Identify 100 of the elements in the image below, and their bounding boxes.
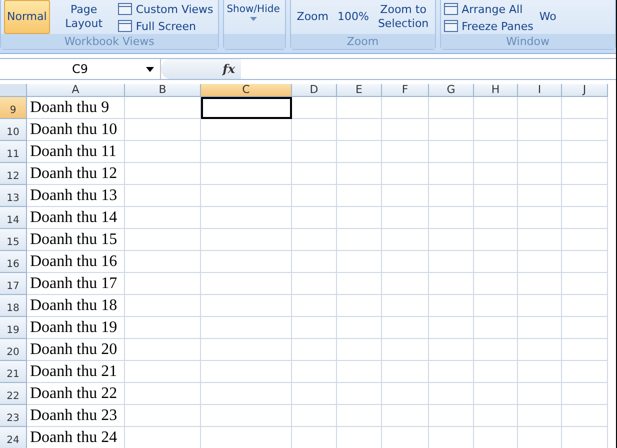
table-cell[interactable] [292,251,337,273]
column-header[interactable]: B [125,84,201,97]
table-cell[interactable] [562,273,608,295]
table-cell[interactable] [474,251,518,273]
table-cell[interactable] [474,273,518,295]
table-cell[interactable] [382,339,429,361]
table-cell[interactable] [474,119,518,141]
table-cell[interactable] [382,97,429,119]
table-cell[interactable] [474,97,518,119]
table-cell[interactable] [474,339,518,361]
table-cell[interactable] [125,273,201,295]
table-cell[interactable]: Doanh thu 9 [27,97,125,119]
function-button[interactable]: fx [161,59,241,79]
table-cell[interactable] [337,141,382,163]
table-cell[interactable] [429,185,474,207]
table-cell[interactable] [562,141,608,163]
row-header[interactable]: 13 [0,185,27,207]
table-cell[interactable] [518,317,562,339]
table-cell[interactable] [429,339,474,361]
table-cell[interactable]: Doanh thu 22 [27,383,125,405]
select-all-corner[interactable] [0,84,27,97]
table-cell[interactable] [429,207,474,229]
table-cell[interactable] [429,383,474,405]
table-cell[interactable] [562,163,608,185]
table-cell[interactable] [292,405,337,427]
table-cell[interactable] [562,207,608,229]
table-cell[interactable] [382,251,429,273]
table-cell[interactable] [474,163,518,185]
table-cell[interactable]: Doanh thu 21 [27,361,125,383]
table-cell[interactable] [337,163,382,185]
table-cell[interactable] [125,361,201,383]
table-cell[interactable] [292,295,337,317]
column-header[interactable]: J [562,84,608,97]
table-cell[interactable] [474,361,518,383]
table-cell[interactable] [562,185,608,207]
table-cell[interactable] [201,361,292,383]
row-header[interactable]: 21 [0,361,27,383]
table-cell[interactable] [337,229,382,251]
column-header[interactable]: F [382,84,429,97]
table-cell[interactable] [337,339,382,361]
table-cell[interactable] [337,97,382,119]
row-header[interactable]: 22 [0,383,27,405]
table-cell[interactable] [518,185,562,207]
table-cell[interactable] [382,141,429,163]
table-cell[interactable] [125,229,201,251]
table-cell[interactable] [474,229,518,251]
column-header[interactable]: E [337,84,382,97]
table-cell[interactable]: Doanh thu 14 [27,207,125,229]
table-cell[interactable] [201,405,292,427]
row-header[interactable]: 24 [0,427,27,448]
table-cell[interactable] [337,273,382,295]
table-cell[interactable] [429,361,474,383]
table-cell[interactable] [474,317,518,339]
table-cell[interactable]: Doanh thu 13 [27,185,125,207]
row-header[interactable]: 11 [0,141,27,163]
table-cell[interactable] [292,185,337,207]
table-cell[interactable] [382,361,429,383]
table-cell[interactable] [518,251,562,273]
table-cell[interactable] [382,383,429,405]
table-cell[interactable]: Doanh thu 12 [27,163,125,185]
table-cell[interactable] [337,361,382,383]
row-header[interactable]: 9 [0,97,27,119]
table-cell[interactable] [429,317,474,339]
column-header[interactable]: D [292,84,337,97]
table-cell[interactable]: Doanh thu 10 [27,119,125,141]
table-cell[interactable] [518,383,562,405]
table-cell[interactable]: Doanh thu 20 [27,339,125,361]
row-header[interactable]: 16 [0,251,27,273]
table-cell[interactable] [382,229,429,251]
table-cell[interactable] [201,383,292,405]
row-header[interactable]: 19 [0,317,27,339]
table-cell[interactable] [292,141,337,163]
row-header[interactable]: 23 [0,405,27,427]
table-cell[interactable] [562,251,608,273]
table-cell[interactable] [337,295,382,317]
table-cell[interactable]: Doanh thu 16 [27,251,125,273]
table-cell[interactable] [518,273,562,295]
table-cell[interactable] [125,207,201,229]
row-header[interactable]: 15 [0,229,27,251]
column-header[interactable]: I [518,84,562,97]
table-cell[interactable] [125,383,201,405]
row-header[interactable]: 12 [0,163,27,185]
table-cell[interactable] [518,163,562,185]
table-cell[interactable] [125,163,201,185]
table-cell[interactable] [382,185,429,207]
table-cell[interactable] [562,229,608,251]
table-cell[interactable] [474,405,518,427]
table-cell[interactable] [125,251,201,273]
table-cell[interactable] [518,339,562,361]
column-header[interactable]: H [474,84,518,97]
table-cell[interactable] [518,295,562,317]
row-header[interactable]: 17 [0,273,27,295]
table-cell[interactable] [382,273,429,295]
table-cell[interactable] [292,119,337,141]
table-cell[interactable] [429,97,474,119]
table-cell[interactable] [562,361,608,383]
table-cell[interactable] [337,251,382,273]
table-cell[interactable]: Doanh thu 23 [27,405,125,427]
table-cell[interactable] [125,339,201,361]
table-cell[interactable] [562,295,608,317]
